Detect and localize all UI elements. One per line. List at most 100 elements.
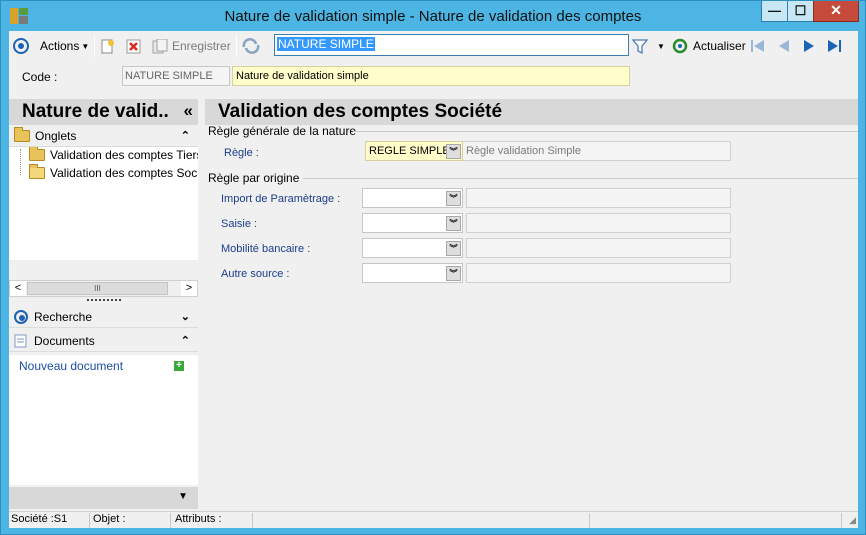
autre-source-combo[interactable]: ︾ — [362, 263, 463, 283]
tree-connector — [20, 149, 21, 175]
detail-pane-title: Validation des comptes Société — [205, 99, 858, 125]
home-button[interactable] — [13, 37, 29, 55]
search-input[interactable]: NATURE SIMPLE — [274, 34, 629, 56]
autre-source-label: Autre source : — [221, 268, 290, 280]
filter-icon — [632, 39, 648, 54]
maximize-icon: ☐ — [794, 3, 807, 18]
status-empty-cell — [255, 513, 590, 528]
collapse-pane-icon[interactable]: « — [184, 101, 193, 121]
chevron-up-icon: ⌃ — [180, 130, 190, 142]
mobilite-bancaire-description — [466, 238, 731, 258]
double-chevron-down-icon[interactable]: ︾ — [446, 266, 461, 281]
title-bar[interactable]: Nature de validation simple - Nature de … — [1, 1, 865, 31]
toolbar-separator — [94, 35, 95, 57]
documents-area: Nouveau document + — [9, 355, 198, 485]
new-document-link[interactable]: Nouveau document — [19, 359, 123, 373]
last-record-icon — [828, 40, 841, 52]
sync-button[interactable] — [242, 37, 260, 55]
status-company: Société :S1 — [9, 513, 90, 528]
refresh-button[interactable]: Actualiser — [672, 37, 746, 55]
double-chevron-down-icon[interactable]: ︾ — [446, 216, 461, 231]
import-parametrage-combo[interactable]: ︾ — [362, 188, 463, 208]
filter-dropdown-button[interactable]: ▼ — [657, 37, 665, 55]
chevron-down-icon[interactable]: ▼ — [178, 491, 188, 502]
maximize-button[interactable]: ☐ — [787, 1, 814, 22]
status-bar: Société :S1 Objet : Attributs : ◢ — [9, 511, 858, 528]
actions-label: Actions — [40, 39, 80, 53]
tree-horizontal-scrollbar[interactable]: < III > — [9, 280, 198, 297]
folder-icon — [14, 126, 30, 142]
add-icon[interactable]: + — [174, 361, 184, 371]
toolbar: Actions ▼ Enregistrer NATURE SIMPLE ▼ Ac… — [9, 31, 858, 61]
search-section-label: Recherche — [34, 309, 93, 324]
save-icon — [152, 38, 168, 53]
tree-item-validation-tiers[interactable]: Validation des comptes Tiers — [29, 147, 198, 163]
group-divider — [353, 131, 858, 132]
splitter-grip[interactable] — [87, 299, 121, 301]
first-record-button[interactable] — [750, 37, 766, 55]
detail-pane: Validation des comptes Société Règle gén… — [205, 99, 858, 509]
application-window: Nature de validation simple - Nature de … — [0, 0, 866, 535]
search-section-header[interactable]: Recherche ⌄ — [9, 306, 198, 328]
tree-item-label: Validation des comptes Tiers — [50, 148, 198, 162]
previous-record-button[interactable] — [777, 37, 791, 55]
next-icon — [804, 40, 814, 52]
folder-icon — [29, 147, 45, 161]
sync-icon — [242, 38, 260, 54]
mobilite-bancaire-label: Mobilité bancaire : — [221, 243, 311, 255]
mobilite-bancaire-combo[interactable]: ︾ — [362, 238, 463, 258]
code-row: Code : NATURE SIMPLE Nature de validatio… — [9, 63, 858, 87]
rule-combo[interactable]: REGLE SIMPLE ︾ — [365, 141, 463, 161]
tabs-section-header[interactable]: Onglets ⌃ — [9, 125, 198, 147]
previous-icon — [779, 40, 789, 52]
status-object: Objet : — [91, 513, 171, 528]
scroll-left-icon[interactable]: < — [10, 281, 26, 296]
import-parametrage-label: Import de Paramètrage : — [221, 193, 341, 205]
document-icon — [14, 334, 27, 347]
scroll-right-icon[interactable]: > — [181, 281, 197, 296]
general-rule-group-label: Règle générale de la nature — [208, 124, 357, 138]
new-button[interactable] — [100, 37, 115, 55]
save-button[interactable]: Enregistrer — [152, 37, 231, 55]
origin-rule-group-label: Règle par origine — [208, 171, 300, 185]
filter-button[interactable] — [632, 37, 648, 55]
chevron-down-icon: ▼ — [81, 41, 90, 51]
close-icon: ✕ — [830, 2, 842, 18]
description-field[interactable]: Nature de validation simple — [232, 66, 630, 86]
next-record-button[interactable] — [802, 37, 816, 55]
double-chevron-down-icon[interactable]: ︾ — [446, 191, 461, 206]
search-input-value: NATURE SIMPLE — [277, 37, 375, 51]
status-attributes: Attributs : — [173, 513, 253, 528]
navigation-pane-title: Nature de valid.. « — [9, 99, 198, 125]
navigation-pane: Nature de valid.. « Onglets ⌃ Validation… — [9, 99, 198, 509]
minimize-icon: — — [768, 3, 781, 18]
saisie-description — [466, 213, 731, 233]
group-divider — [303, 178, 858, 179]
tree-item-validation-societe[interactable]: Validation des comptes Société — [29, 164, 198, 181]
tabs-tree: Validation des comptes Tiers Validation … — [9, 147, 198, 260]
double-chevron-down-icon[interactable]: ︾ — [446, 144, 461, 159]
chevron-down-icon: ▼ — [657, 41, 665, 51]
window-title: Nature de validation simple - Nature de … — [224, 8, 642, 25]
tabs-section-label: Onglets — [35, 128, 77, 143]
saisie-label: Saisie : — [221, 218, 258, 230]
delete-button[interactable] — [126, 37, 141, 55]
saisie-combo[interactable]: ︾ — [362, 213, 463, 233]
scroll-thumb[interactable]: III — [27, 282, 168, 295]
close-button[interactable]: ✕ — [813, 1, 859, 22]
resize-grip-icon[interactable]: ◢ — [849, 515, 856, 526]
target-icon — [13, 38, 29, 54]
import-parametrage-description — [466, 188, 731, 208]
actions-menu-button[interactable]: Actions ▼ — [40, 37, 89, 55]
double-chevron-down-icon[interactable]: ︾ — [446, 241, 461, 256]
documents-section-header[interactable]: Documents ⌃ — [9, 330, 198, 352]
rule-description-field: Règle validation Simple — [463, 141, 731, 161]
navigation-title-text: Nature de valid.. — [22, 101, 169, 122]
refresh-label: Actualiser — [693, 39, 746, 53]
code-field[interactable]: NATURE SIMPLE — [122, 66, 230, 86]
documents-section-label: Documents — [34, 333, 95, 348]
minimize-button[interactable]: — — [761, 1, 788, 22]
last-record-button[interactable] — [827, 37, 843, 55]
open-folder-icon — [29, 164, 45, 179]
chevron-down-icon: ⌄ — [180, 311, 190, 323]
